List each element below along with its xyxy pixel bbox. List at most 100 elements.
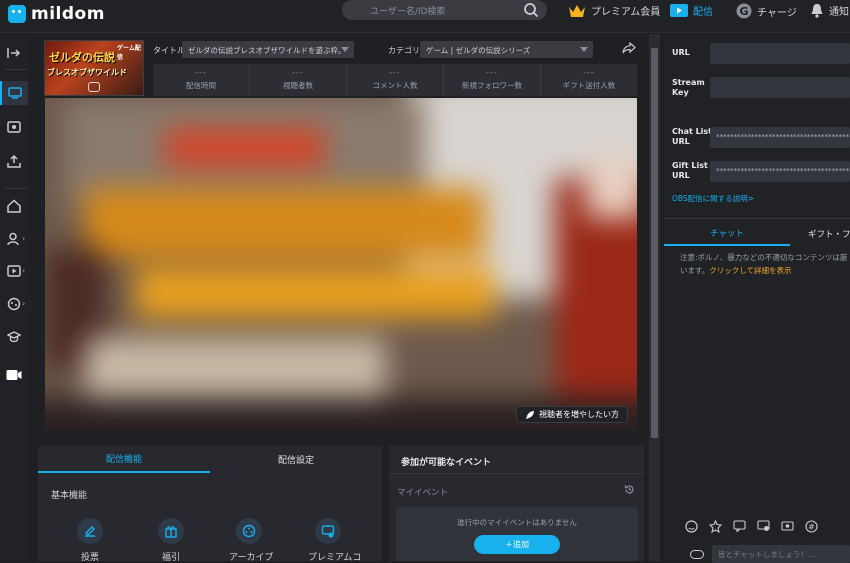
logo-text: mildom xyxy=(31,4,105,24)
chevron-down-icon xyxy=(580,47,588,52)
rocket-icon xyxy=(526,410,534,419)
chevron-right-icon: › xyxy=(22,234,26,243)
graduation-cap-icon[interactable] xyxy=(4,327,24,347)
mildom-logo[interactable]: mildom xyxy=(8,4,105,24)
add-event-button[interactable]: ＋追加 xyxy=(474,535,560,554)
video-record-icon[interactable] xyxy=(4,117,24,137)
thumbnail-tag: ゲーム配信 xyxy=(117,45,141,61)
feature-archive[interactable]: アーカイブ xyxy=(229,518,274,563)
user-icon[interactable] xyxy=(4,229,24,249)
events-divider xyxy=(389,473,644,474)
feature-label: プレミアムコ xyxy=(308,553,362,563)
tab-label: 配信機能 xyxy=(105,455,142,465)
vote-icon xyxy=(77,518,103,544)
upload-icon[interactable] xyxy=(4,151,24,171)
history-icon[interactable] xyxy=(624,484,635,495)
obs-help-link[interactable]: OBS配信に関する説明> xyxy=(672,193,754,204)
notice-text: 注意:ポルノ、暴力などの不適切なコンテンツは厳 xyxy=(680,253,848,262)
chat-input[interactable]: 皆とチャットしましょう！… xyxy=(712,545,850,563)
title-select[interactable]: ゼルダの伝説ブレスオブザワイルドを遊ぶ枠。 xyxy=(182,41,354,58)
tab-stream-features[interactable]: 配信機能 xyxy=(38,446,210,473)
search-input[interactable]: ユーザー名/ID検索 xyxy=(342,0,547,20)
events-title: 参加が可能なイベント xyxy=(401,458,492,468)
live-camera-icon[interactable] xyxy=(4,365,24,385)
search-placeholder: ユーザー名/ID検索 xyxy=(370,7,446,17)
stream-thumbnail[interactable]: ゲーム配信 ゼルダの伝説 ブレスオブザワイルド xyxy=(44,40,144,96)
playlist-icon[interactable] xyxy=(4,261,24,281)
stream-info-bar: ゲーム配信 ゼルダの伝説 ブレスオブザワイルド タイトル ゼルダの伝説ブレスオブ… xyxy=(44,40,637,96)
chevron-down-icon xyxy=(341,47,349,52)
logo-icon xyxy=(8,5,26,23)
hashtag-icon[interactable]: # xyxy=(804,519,818,533)
sidebar-divider xyxy=(5,69,27,70)
comment-box-icon[interactable] xyxy=(732,519,746,533)
charge-label: チャージ xyxy=(757,7,797,19)
video-preview[interactable] xyxy=(45,98,637,430)
stat-duration: --- 配信時間 xyxy=(153,64,250,96)
tab-label: チャット xyxy=(710,229,744,239)
video-camera-icon xyxy=(670,4,688,17)
feature-lottery[interactable]: 福引 xyxy=(151,518,191,563)
tab-stream-settings[interactable]: 配信設定 xyxy=(210,446,382,473)
tab-label: ギフト・ファ xyxy=(808,230,850,240)
events-panel: 参加が可能なイベント マイイベント 進行中のマイイベントはありません ＋追加 xyxy=(389,446,644,561)
tab-label: 配信設定 xyxy=(277,456,314,466)
stream-key-field[interactable] xyxy=(710,77,850,98)
live-link[interactable]: 配信 xyxy=(670,3,713,18)
my-events-label: マイイベント xyxy=(397,488,449,498)
notify-link[interactable]: 通知 xyxy=(810,3,849,18)
screen-share-icon[interactable] xyxy=(756,519,770,533)
title-value: ゼルダの伝説ブレスオブザワイルドを遊ぶ枠。 xyxy=(188,46,346,55)
stats-row: --- 配信時間 --- 視聴者数 --- コメント人数 --- 新規フォロワー数 --… xyxy=(153,64,637,96)
right-divider xyxy=(664,218,850,219)
search-icon[interactable] xyxy=(523,2,539,18)
feature-premium-comment[interactable]: プレミアムコ xyxy=(308,518,362,563)
charge-link[interactable]: G チャージ xyxy=(736,3,797,19)
premium-link[interactable]: プレミアム会員 xyxy=(568,3,660,18)
scrollbar-thumb[interactable] xyxy=(651,48,658,438)
share-icon[interactable] xyxy=(622,42,636,54)
title-label: タイトル xyxy=(153,46,185,55)
camera-icon[interactable] xyxy=(88,82,100,92)
thumbnail-title: ゼルダの伝説 xyxy=(49,51,115,64)
tab-chat[interactable]: チャット xyxy=(664,222,790,246)
gamepad-icon[interactable] xyxy=(4,294,24,314)
notice-text-2: います。 xyxy=(680,266,710,275)
category-select[interactable]: ゲーム | ゼルダの伝説シリーズ xyxy=(420,41,593,58)
stat-new-followers: --- 新規フォロワー数 xyxy=(444,64,541,96)
my-events-box: 進行中のマイイベントはありません ＋追加 xyxy=(396,507,638,561)
premium-label: プレミアム会員 xyxy=(591,7,661,18)
tab-gift-fans[interactable]: ギフト・ファ xyxy=(808,222,850,246)
home-icon[interactable] xyxy=(4,196,24,216)
stat-label: 配信時間 xyxy=(186,81,216,90)
boost-label: 視聴者を増やしたい方 xyxy=(539,410,619,419)
badge-icon[interactable] xyxy=(708,519,722,533)
feature-label: アーカイブ xyxy=(229,553,274,563)
monitor-icon[interactable] xyxy=(0,81,28,105)
feature-vote[interactable]: 投票 xyxy=(70,518,110,563)
blurred-frame xyxy=(45,98,637,430)
chat-toolbar: # xyxy=(684,519,828,533)
premium-comment-icon xyxy=(315,518,341,544)
emoji-icon[interactable] xyxy=(684,519,698,533)
chevron-right-icon: › xyxy=(22,299,26,308)
stat-commenters: --- コメント人数 xyxy=(347,64,444,96)
stat-gift-senders: --- ギフト送付人数 xyxy=(541,64,637,96)
notice-detail-link[interactable]: クリックして詳細を表示 xyxy=(709,266,791,275)
notify-label: 通知 xyxy=(829,7,849,18)
svg-text:G: G xyxy=(739,5,748,18)
stat-value: --- xyxy=(389,68,401,77)
stream-key-label: Stream Key xyxy=(672,78,705,97)
camera-effect-icon[interactable] xyxy=(780,519,794,533)
url-field[interactable] xyxy=(710,43,850,64)
collapse-arrow-icon[interactable] xyxy=(4,43,24,63)
boost-viewers-button[interactable]: 視聴者を増やしたい方 xyxy=(516,406,628,423)
gamepad-small-icon[interactable] xyxy=(690,550,704,559)
chat-list-url-field[interactable]: ****************************************… xyxy=(710,127,850,148)
bell-icon xyxy=(811,4,823,18)
crown-icon xyxy=(569,4,585,17)
coin-g-icon: G xyxy=(736,3,752,19)
gift-list-url-field[interactable]: ****************************************… xyxy=(710,161,850,182)
chevron-right-icon: › xyxy=(22,266,26,275)
top-bar: mildom ユーザー名/ID検索 プレミアム会員 配信 G チャージ 通知 xyxy=(0,0,850,33)
